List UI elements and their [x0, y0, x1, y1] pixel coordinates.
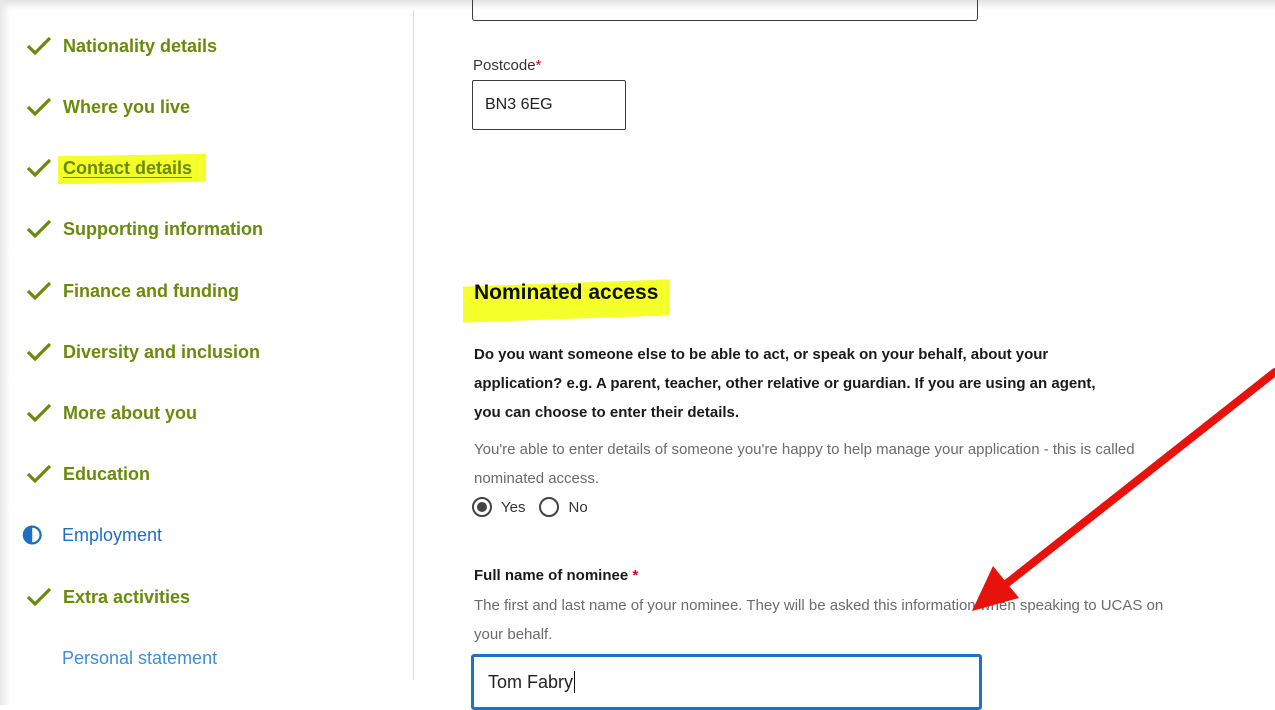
- nominated-access-question: Do you want someone else to be able to a…: [474, 346, 1096, 421]
- sidebar-item-label: Diversity and inclusion: [63, 341, 261, 362]
- sidebar-item-more-about-you[interactable]: More about you: [25, 398, 197, 428]
- sidebar-item-education[interactable]: Education: [25, 459, 150, 489]
- checkmark-icon: [26, 97, 52, 117]
- postcode-input[interactable]: BN3 6EG: [472, 80, 626, 130]
- nominee-name-help: The first and last name of your nominee.…: [474, 597, 1164, 643]
- sidebar-item-contact-details[interactable]: Contact details: [25, 153, 192, 183]
- postcode-label: Postcode*: [473, 57, 542, 74]
- sidebar-item-label: Nationality details: [63, 35, 218, 56]
- sidebar-divider: [413, 10, 414, 680]
- checkmark-icon: [26, 219, 52, 239]
- sidebar-item-nationality-details[interactable]: Nationality details: [25, 31, 217, 61]
- radio-yes[interactable]: [472, 497, 492, 517]
- nominee-name-value: Tom Fabry: [488, 671, 574, 692]
- sidebar-item-personal-statement[interactable]: Personal statement: [62, 643, 217, 673]
- sidebar-item-diversity-and-inclusion[interactable]: Diversity and inclusion: [25, 337, 260, 367]
- sidebar-item-label: Contact details: [63, 157, 193, 178]
- sidebar-item-extra-activities[interactable]: Extra activities: [25, 582, 190, 612]
- sidebar-item-where-you-live[interactable]: Where you live: [25, 92, 190, 122]
- sidebar-item-label: Supporting information: [63, 218, 263, 239]
- sidebar-item-label: More about you: [63, 402, 197, 423]
- sidebar-item-supporting-information[interactable]: Supporting information: [25, 214, 263, 244]
- checkmark-icon: [26, 587, 52, 607]
- checkmark-icon: [26, 158, 52, 178]
- sidebar-item-label: Personal statement: [62, 647, 218, 668]
- sidebar-item-label: Employment: [62, 524, 163, 545]
- radio-no[interactable]: [539, 497, 560, 517]
- sidebar-item-finance-and-funding[interactable]: Finance and funding: [25, 276, 239, 306]
- checkmark-icon: [26, 342, 52, 362]
- checkmark-icon: [26, 36, 52, 56]
- radio-no-label[interactable]: No: [568, 499, 587, 516]
- radio-yes-label[interactable]: Yes: [501, 499, 525, 516]
- application-sections-nav: Nationality details Where you live Conta…: [0, 0, 413, 680]
- nominee-name-input[interactable]: Tom Fabry: [471, 654, 982, 710]
- text-caret: [574, 671, 576, 693]
- half-circle-icon: [22, 525, 42, 545]
- sidebar-item-label: Finance and funding: [63, 280, 239, 301]
- nominated-access-help: You're able to enter details of someone …: [474, 441, 1135, 487]
- section-heading-nominated-access: Nominated access: [474, 281, 659, 304]
- sidebar-item-employment[interactable]: Employment: [22, 520, 162, 550]
- sidebar-item-label: Education: [63, 463, 151, 484]
- address-line-input[interactable]: [472, 0, 978, 21]
- checkmark-icon: [26, 464, 52, 484]
- sidebar-item-label: Where you live: [63, 96, 191, 117]
- checkmark-icon: [26, 403, 52, 423]
- nominee-name-label: Full name of nominee *: [474, 567, 639, 584]
- checkmark-icon: [26, 281, 52, 301]
- sidebar-item-label: Extra activities: [63, 586, 191, 607]
- nominated-access-radio-group: Yes No: [472, 497, 602, 517]
